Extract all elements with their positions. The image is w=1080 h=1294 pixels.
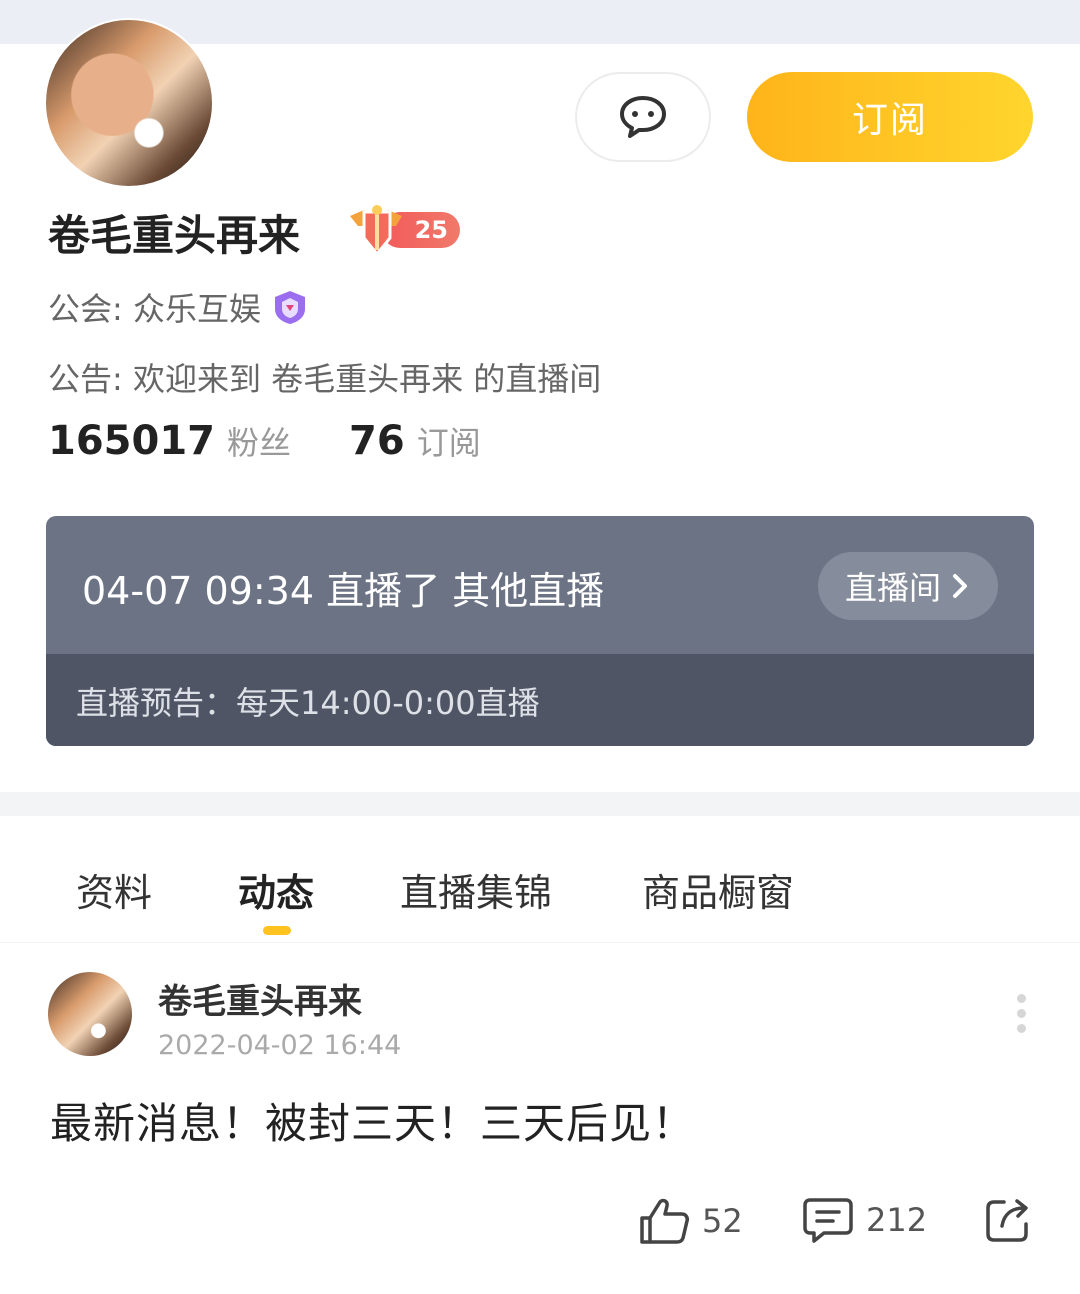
- post-author-name[interactable]: 卷毛重头再来: [158, 974, 362, 1023]
- comment-icon: [803, 1198, 853, 1243]
- like-count: 52: [702, 1202, 743, 1240]
- shield-sword-icon: [350, 205, 402, 257]
- comment-count: 212: [866, 1201, 928, 1239]
- post-author-avatar[interactable]: [48, 972, 132, 1056]
- live-status-row: 04-07 09:34 直播了 其他直播 直播间: [46, 516, 1034, 654]
- live-preview-row: 直播预告：每天14:00-0:00直播: [46, 654, 1034, 746]
- live-room-label: 直播间: [844, 569, 941, 607]
- section-divider: [0, 792, 1080, 816]
- level-badge: 25: [346, 200, 464, 258]
- notice-text: 公告: 欢迎来到 卷毛重头再来 的直播间: [48, 360, 602, 398]
- chevron-right-icon: [953, 574, 967, 598]
- guild-text: 公会: 众乐互娱: [48, 290, 261, 328]
- live-preview-text: 直播预告：每天14:00-0:00直播: [76, 684, 540, 722]
- more-options-icon[interactable]: [1014, 994, 1028, 1038]
- live-room-button[interactable]: 直播间: [818, 552, 998, 620]
- tabs-divider: [0, 942, 1080, 943]
- live-status-text: 04-07 09:34 直播了 其他直播: [82, 569, 605, 613]
- like-button[interactable]: 52: [638, 1196, 743, 1246]
- subs-label[interactable]: 订阅: [417, 418, 481, 464]
- chat-bubble-icon: [620, 96, 666, 138]
- subscribe-button[interactable]: 订阅: [747, 72, 1033, 162]
- guild-badge-icon: [274, 291, 305, 324]
- active-tab-indicator: [263, 926, 291, 935]
- post-timestamp: 2022-04-02 16:44: [158, 1030, 402, 1061]
- profile-name: 卷毛重头再来: [48, 211, 301, 260]
- thumbs-up-icon: [640, 1198, 689, 1244]
- post-content: 最新消息！被封三天！三天后见！: [50, 1099, 696, 1148]
- share-icon: [986, 1199, 1028, 1242]
- share-button[interactable]: [984, 1196, 1046, 1244]
- profile-tabs: 资料 动态 直播集锦 商品橱窗: [0, 862, 1080, 942]
- stats-row: 165017 粉丝 76 订阅: [48, 418, 481, 464]
- tab-posts[interactable]: 动态: [238, 862, 314, 917]
- live-card[interactable]: 04-07 09:34 直播了 其他直播 直播间 直播预告：每天14:00-0:…: [46, 516, 1034, 746]
- fans-label[interactable]: 粉丝: [227, 418, 291, 464]
- tab-profile-info[interactable]: 资料: [76, 862, 152, 917]
- comment-button[interactable]: 212: [802, 1196, 927, 1244]
- guild-info[interactable]: 公会: 众乐互娱: [48, 284, 309, 330]
- message-button[interactable]: [575, 72, 711, 162]
- tab-shop[interactable]: 商品橱窗: [642, 862, 794, 917]
- tab-highlights[interactable]: 直播集锦: [400, 862, 552, 917]
- fans-count[interactable]: 165017: [48, 418, 215, 464]
- subs-count[interactable]: 76: [349, 418, 405, 464]
- profile-avatar[interactable]: [44, 18, 214, 188]
